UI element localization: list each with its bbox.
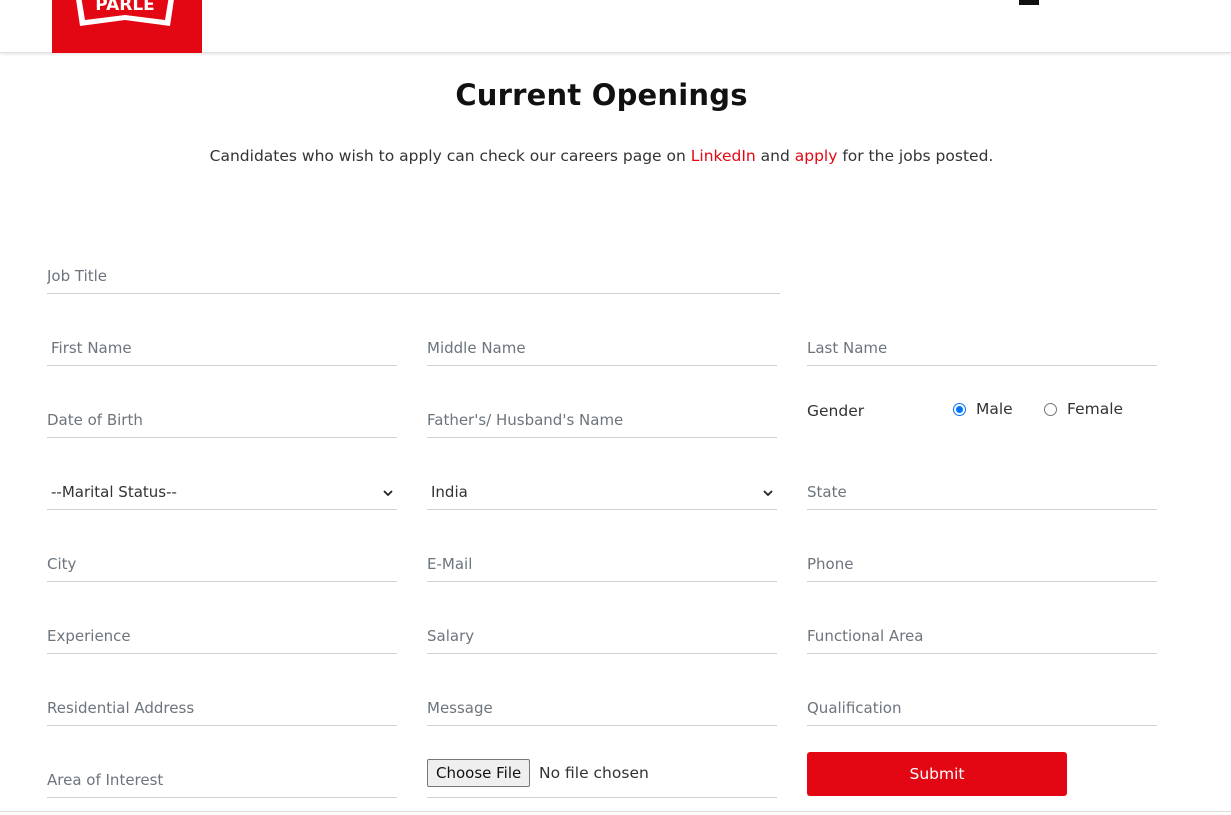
marital-status-select[interactable]: --Marital Status-- [47,464,397,508]
father-husband-input[interactable] [427,392,777,436]
country-field: India [427,464,777,510]
female-radio[interactable] [1044,402,1057,416]
job-title-input[interactable] [47,248,780,292]
file-status-text: No file chosen [539,764,649,782]
subtitle-text-middle: and [755,147,795,165]
page-title: Current Openings [455,78,748,112]
choose-file-button[interactable]: Choose File [427,759,531,787]
salary-input[interactable] [427,608,777,652]
residential-address-field [47,680,397,726]
hamburger-menu-icon[interactable] [1019,0,1039,5]
email-field [427,536,777,582]
submit-button[interactable]: Submit [807,752,1067,796]
state-input[interactable] [807,464,1157,508]
gender-label: Gender [807,402,865,420]
middle-name-field [427,320,777,366]
phone-field [807,536,1157,582]
first-name-field [47,320,397,366]
parle-logo[interactable]: PARLE [52,0,202,53]
chevron-down-icon [763,490,773,497]
residential-address-input[interactable] [47,680,397,724]
country-select[interactable]: India [427,464,777,508]
subtitle-text-end: for the jobs posted. [837,147,994,165]
resume-upload-field: Choose File No file chosen [427,752,777,798]
first-name-input[interactable] [47,320,397,364]
last-name-field [807,320,1157,366]
city-field [47,536,397,582]
message-field [427,680,777,726]
experience-input[interactable] [47,608,397,652]
apply-link[interactable]: apply [795,147,838,165]
qualification-field [807,680,1157,726]
male-radio[interactable] [953,402,966,416]
footer-divider [0,811,1231,812]
state-field [807,464,1157,510]
job-title-field [47,248,780,294]
salary-field [427,608,777,654]
male-label: Male [976,400,1013,418]
dob-input[interactable] [47,392,397,436]
dob-field [47,392,397,438]
marital-status-field: --Marital Status-- [47,464,397,510]
logo-badge-icon: PARLE [76,0,174,26]
female-label: Female [1067,400,1124,418]
chevron-down-icon [383,490,393,497]
qualification-input[interactable] [807,680,1157,724]
area-of-interest-input[interactable] [47,752,397,796]
subtitle-text-start: Candidates who wish to apply can check o… [209,147,691,165]
functional-area-field [807,608,1157,654]
city-input[interactable] [47,536,397,580]
last-name-input[interactable] [807,320,1157,364]
message-input[interactable] [427,680,777,724]
father-husband-field [427,392,777,438]
phone-input[interactable] [807,536,1157,580]
middle-name-input[interactable] [427,320,777,364]
functional-area-input[interactable] [807,608,1157,652]
area-of-interest-field [47,752,397,798]
logo-text: PARLE [95,0,155,15]
linkedin-link[interactable]: LinkedIn [691,147,756,165]
experience-field [47,608,397,654]
site-header: PARLE [0,0,1231,53]
gender-option-female[interactable]: Female [1044,400,1123,418]
email-input[interactable] [427,536,777,580]
gender-option-male[interactable]: Male [953,400,1013,418]
page-subtitle: Candidates who wish to apply can check o… [0,147,1203,165]
gender-group: Gender Male Female [807,392,1157,432]
